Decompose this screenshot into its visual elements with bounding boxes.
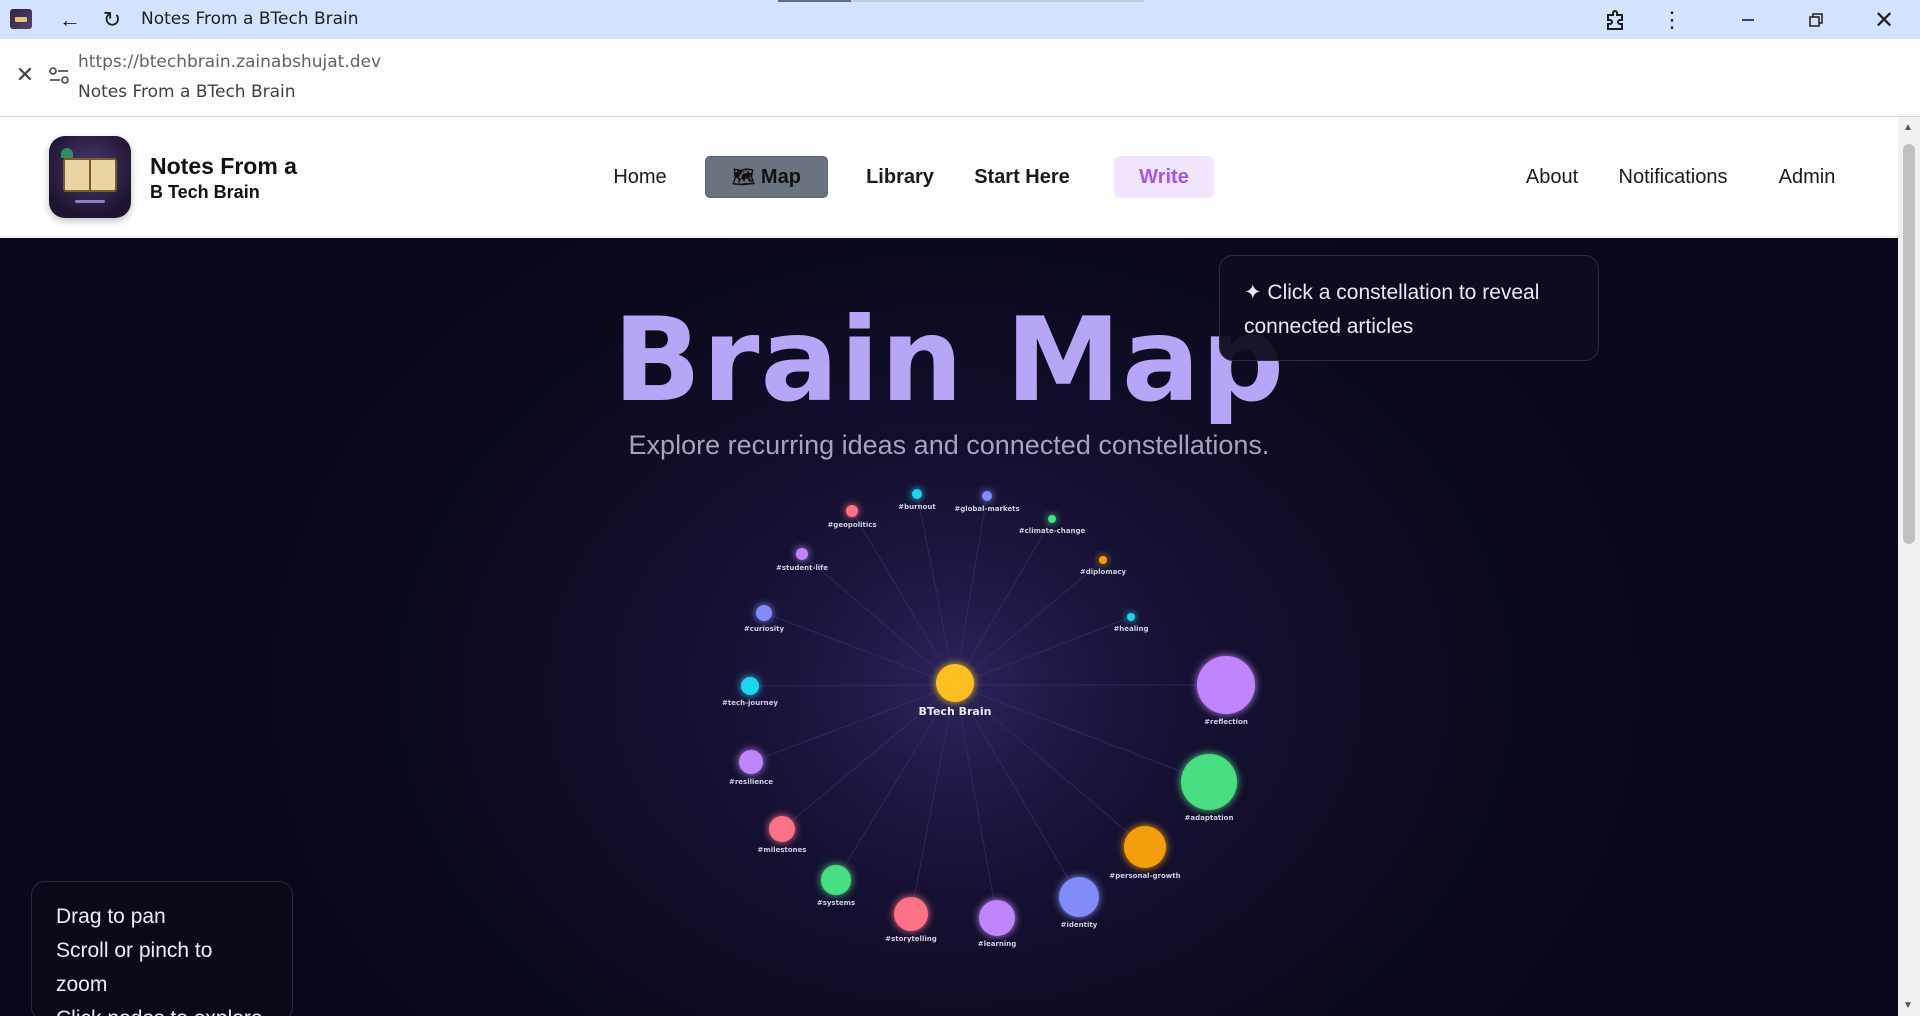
- scroll-down-arrow-icon[interactable]: ▼: [1903, 1000, 1913, 1011]
- node-label: #milestones: [758, 846, 807, 854]
- node-label: #geopolitics: [827, 521, 876, 529]
- logo-tagline-mark: [75, 200, 105, 203]
- node-label: #climate-change: [1019, 527, 1086, 535]
- node-circle[interactable]: [741, 677, 759, 695]
- node-circle[interactable]: [1048, 515, 1056, 523]
- node-circle[interactable]: [1059, 877, 1099, 917]
- close-window-icon[interactable]: ✕: [1866, 4, 1902, 36]
- controls-help-card: Drag to pan Scroll or pinch to zoom Clic…: [31, 881, 293, 1016]
- window-title: Notes From a BTech Brain: [141, 9, 359, 29]
- node-circle[interactable]: [756, 605, 772, 621]
- node-label: #tech-journey: [722, 699, 778, 707]
- tip-line-2: connected articles: [1244, 315, 1414, 338]
- brand-name-line2[interactable]: B Tech Brain: [150, 182, 260, 203]
- logo-book-icon: [63, 158, 117, 192]
- tab-indicator: [778, 0, 1144, 2]
- node-label: #personal-growth: [1109, 872, 1180, 880]
- node-circle[interactable]: [739, 750, 763, 774]
- node-circle[interactable]: [769, 816, 795, 842]
- browser-titlebar: ← ↻ Notes From a BTech Brain ⋮ ✕: [0, 0, 1920, 39]
- nav-notifications-label: Notifications: [1618, 165, 1728, 188]
- center-node-circle[interactable]: [936, 664, 974, 702]
- constellation-node-learning[interactable]: #learning: [978, 900, 1017, 948]
- nav-map[interactable]: 🗺 Map: [705, 156, 828, 198]
- nav-start-here[interactable]: Start Here: [962, 156, 1082, 198]
- node-circle[interactable]: [821, 865, 851, 895]
- tip-line-1: ✦ Click a constellation to reveal: [1244, 281, 1540, 304]
- scrollbar-thumb[interactable]: [1903, 144, 1915, 544]
- url-text[interactable]: https://btechbrain.zainabshujat.dev: [78, 52, 381, 72]
- node-circle[interactable]: [979, 900, 1015, 936]
- node-label: #resilience: [729, 778, 773, 786]
- app-icon: [10, 9, 32, 29]
- center-node-label: BTech Brain: [919, 705, 992, 718]
- node-label: #global-markets: [954, 505, 1019, 513]
- nav-admin[interactable]: Admin: [1770, 156, 1844, 198]
- node-circle[interactable]: [982, 491, 992, 501]
- nav-write-button[interactable]: Write: [1114, 156, 1214, 198]
- node-circle[interactable]: [912, 489, 922, 499]
- nav-about-label: About: [1525, 165, 1579, 188]
- close-icon[interactable]: ✕: [14, 62, 36, 87]
- node-label: #identity: [1061, 921, 1098, 929]
- node-circle[interactable]: [1127, 613, 1135, 621]
- address-bar: [0, 39, 1920, 117]
- node-label: #learning: [978, 940, 1017, 948]
- help-zoom: Scroll or pinch to zoom: [56, 939, 213, 996]
- node-label: #curiosity: [744, 625, 785, 633]
- scroll-up-arrow-icon[interactable]: ▲: [1903, 122, 1913, 133]
- page-title-subtitle: Notes From a BTech Brain: [78, 82, 296, 102]
- help-drag: Drag to pan: [56, 905, 166, 928]
- node-circle[interactable]: [1124, 826, 1166, 868]
- node-label: #systems: [817, 899, 855, 907]
- nav-library[interactable]: Library: [856, 156, 944, 198]
- node-label: #healing: [1113, 625, 1148, 633]
- back-arrow-icon[interactable]: ←: [54, 6, 86, 34]
- node-label: #burnout: [898, 503, 936, 511]
- node-circle[interactable]: [894, 897, 928, 931]
- nav-start-label: Start Here: [974, 165, 1070, 188]
- node-circle[interactable]: [1099, 556, 1107, 564]
- nav-about[interactable]: About: [1512, 156, 1592, 198]
- extensions-icon[interactable]: [1597, 4, 1633, 36]
- reload-icon[interactable]: ↻: [96, 6, 128, 34]
- nav-home-label: Home: [613, 165, 667, 188]
- nav-home[interactable]: Home: [602, 156, 678, 198]
- node-label: #diplomacy: [1080, 568, 1127, 576]
- node-label: #student-life: [776, 564, 828, 572]
- node-label: #storytelling: [885, 935, 937, 943]
- node-circle[interactable]: [1181, 754, 1237, 810]
- site-logo[interactable]: [49, 136, 131, 218]
- restore-icon[interactable]: [1798, 4, 1834, 36]
- page-subtitle: Explore recurring ideas and connected co…: [628, 430, 1270, 460]
- nav-write-label: Write: [1139, 165, 1189, 188]
- brand-name-line1[interactable]: Notes From a: [150, 153, 297, 180]
- node-label: #adaptation: [1185, 814, 1234, 822]
- constellation-node-identity[interactable]: #identity: [1059, 877, 1099, 929]
- nav-map-label: Map: [760, 165, 801, 188]
- nav-admin-label: Admin: [1778, 165, 1836, 188]
- world-map-icon: 🗺: [732, 166, 755, 187]
- nav-notifications[interactable]: Notifications: [1608, 156, 1738, 198]
- help-click: Click nodes to explore: [56, 1002, 268, 1016]
- brain-map-canvas[interactable]: #geopolitics #burnout #global-markets #clim…: [0, 238, 1898, 1016]
- minimize-icon[interactable]: [1730, 4, 1766, 36]
- node-circle[interactable]: [846, 505, 858, 517]
- logo-lamp-icon: [61, 148, 73, 158]
- constellation-tip-card: ✦ Click a constellation to reveal connec…: [1219, 255, 1599, 361]
- site-settings-icon[interactable]: [48, 65, 70, 87]
- page-title: Brain Map: [612, 293, 1286, 428]
- nav-library-label: Library: [866, 165, 934, 188]
- more-vertical-icon[interactable]: ⋮: [1654, 4, 1690, 36]
- node-circle[interactable]: [796, 548, 808, 560]
- node-label: #reflection: [1204, 718, 1248, 726]
- node-circle[interactable]: [1197, 656, 1255, 714]
